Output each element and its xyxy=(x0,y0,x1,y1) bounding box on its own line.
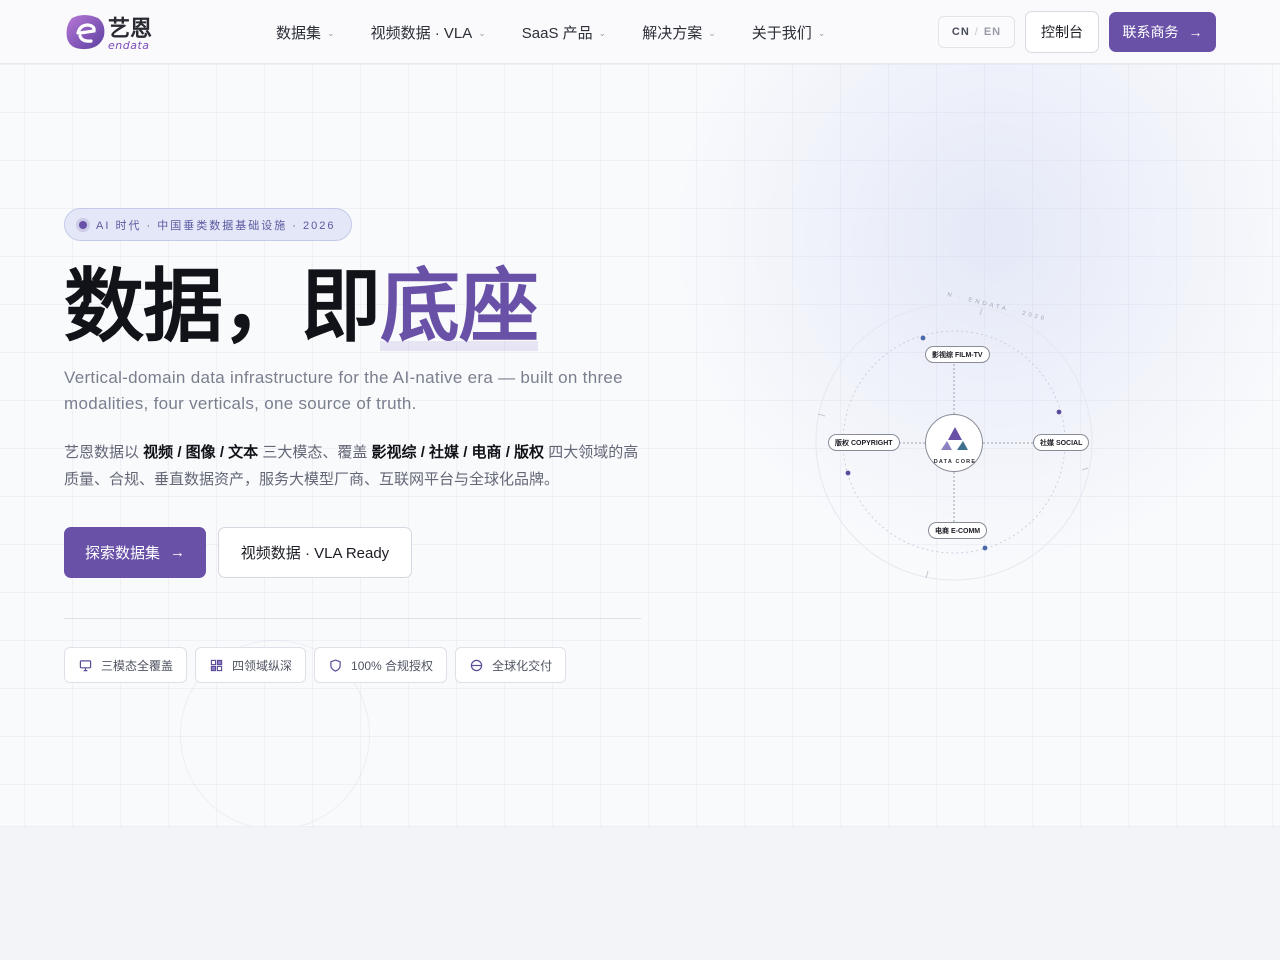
feature-label: 三模态全覆盖 xyxy=(101,658,174,673)
console-button[interactable]: 控制台 xyxy=(1025,11,1099,53)
console-button-label: 控制台 xyxy=(1041,24,1083,40)
node-label: 版权 COPYRIGHT xyxy=(835,439,893,447)
feature-label: 100% 合规授权 xyxy=(351,658,434,673)
logo-en: endata xyxy=(108,39,150,52)
globe-icon xyxy=(470,659,483,671)
feature-chip-modalities: 三模态全覆盖 xyxy=(64,647,188,683)
node-label: 电商 E-COMM xyxy=(935,527,981,535)
nav-item-label: 视频数据 · VLA xyxy=(370,24,473,42)
nav-item-video-vla[interactable]: 视频数据 · VLA ⌄ xyxy=(371,22,486,43)
cta-row: 探索数据集 → 视频数据 · VLA Ready xyxy=(64,527,644,578)
nav-item-label: 解决方案 xyxy=(642,24,703,42)
feature-label: 全球化交付 xyxy=(492,658,553,673)
next-section xyxy=(0,826,1280,960)
divider xyxy=(64,618,641,619)
nav-item-label: 数据集 xyxy=(276,24,322,42)
data-core-node: DATA CORE xyxy=(925,414,983,472)
headline-accent: 底座 xyxy=(380,262,539,351)
dot-icon xyxy=(79,220,87,229)
nav-item-datasets[interactable]: 数据集 ⌄ xyxy=(276,22,335,43)
grid-icon xyxy=(210,659,223,671)
desc-text: 艺恩数据以 xyxy=(64,444,144,461)
hero-subtitle: Vertical-domain data infrastructure for … xyxy=(64,368,623,413)
era-badge: AI 时代 · 中国垂类数据基础设施 · 2026 xyxy=(64,208,353,241)
main-nav: 数据集 ⌄ 视频数据 · VLA ⌄ SaaS 产品 ⌄ 解决方案 ⌄ 关于我们… xyxy=(276,0,861,64)
chevron-down-icon: ⌄ xyxy=(708,27,716,38)
feature-label: 四领域纵深 xyxy=(232,658,293,673)
feature-chip-compliance: 100% 合规授权 xyxy=(314,647,448,683)
hero-description: 艺恩数据以 视频 / 图像 / 文本 三大模态、覆盖 影视综 / 社媒 / 电商… xyxy=(64,439,642,493)
chevron-down-icon: ⌄ xyxy=(327,27,335,38)
desc-verticals: 影视综 / 社媒 / 电商 / 版权 xyxy=(371,444,545,461)
desc-modalities: 视频 / 图像 / 文本 xyxy=(143,444,259,461)
core-label: DATA CORE xyxy=(933,459,977,465)
hero-headline: 数据，即底座 xyxy=(64,262,644,351)
site-header: 艺恩 endata 数据集 ⌄ 视频数据 · VLA ⌄ SaaS 产品 ⌄ 解… xyxy=(0,0,1280,64)
chevron-down-icon: ⌄ xyxy=(478,27,486,38)
feature-chip-global: 全球化交付 xyxy=(455,647,567,683)
node-label: 影视综 FILM-TV xyxy=(932,351,983,359)
arrow-right-icon: → xyxy=(1188,24,1203,40)
data-core-diagram: N · ENDATA · 2026 影视综 FILM-TV 版权 COPYRIG… xyxy=(800,288,1110,598)
node-social: 社媒 SOCIAL xyxy=(1033,434,1090,451)
endata-logo[interactable]: 艺恩 endata xyxy=(64,12,168,52)
lang-cn-option[interactable]: CN xyxy=(952,26,970,38)
era-badge-text: AI 时代 · 中国垂类数据基础设施 · 2026 xyxy=(96,219,336,232)
lang-separator: / xyxy=(974,26,979,38)
monitor-icon xyxy=(79,659,92,671)
feature-chips: 三模态全覆盖 四领域纵深 100% 合规授权 全球化交付 xyxy=(64,647,644,683)
nav-item-saas[interactable]: SaaS 产品 ⌄ xyxy=(522,22,606,43)
nav-item-solutions[interactable]: 解决方案 ⌄ xyxy=(642,22,716,43)
shield-icon xyxy=(330,658,341,672)
explore-datasets-button[interactable]: 探索数据集 → xyxy=(64,527,206,578)
video-vla-button-label: 视频数据 · VLA Ready xyxy=(240,545,390,562)
chevron-down-icon: ⌄ xyxy=(817,27,826,38)
contact-button-label: 联系商务 xyxy=(1122,24,1179,40)
nav-item-about[interactable]: 关于我们 ⌄ xyxy=(752,22,826,43)
arrow-right-icon: → xyxy=(170,544,185,561)
desc-text: 三大模态、覆盖 xyxy=(258,444,372,461)
node-ecommerce: 电商 E-COMM xyxy=(928,522,988,539)
feature-chip-verticals: 四领域纵深 xyxy=(195,647,307,683)
contact-sales-button[interactable]: 联系商务 → xyxy=(1109,12,1216,52)
headline-main: 数据，即 xyxy=(64,262,381,351)
language-switcher: CN / EN xyxy=(938,16,1015,48)
explore-button-label: 探索数据集 xyxy=(84,545,160,562)
node-film-tv: 影视综 FILM-TV xyxy=(925,346,990,363)
nav-item-label: SaaS 产品 xyxy=(521,24,593,42)
chevron-down-icon: ⌄ xyxy=(598,27,607,38)
lang-en-option[interactable]: EN xyxy=(984,26,1001,38)
node-copyright: 版权 COPYRIGHT xyxy=(828,434,900,451)
video-vla-button[interactable]: 视频数据 · VLA Ready xyxy=(218,527,412,578)
nav-item-label: 关于我们 xyxy=(751,24,812,42)
hero-section: AI 时代 · 中国垂类数据基础设施 · 2026 数据，即底座 Vertica… xyxy=(64,208,644,683)
node-label: 社媒 SOCIAL xyxy=(1040,439,1083,447)
